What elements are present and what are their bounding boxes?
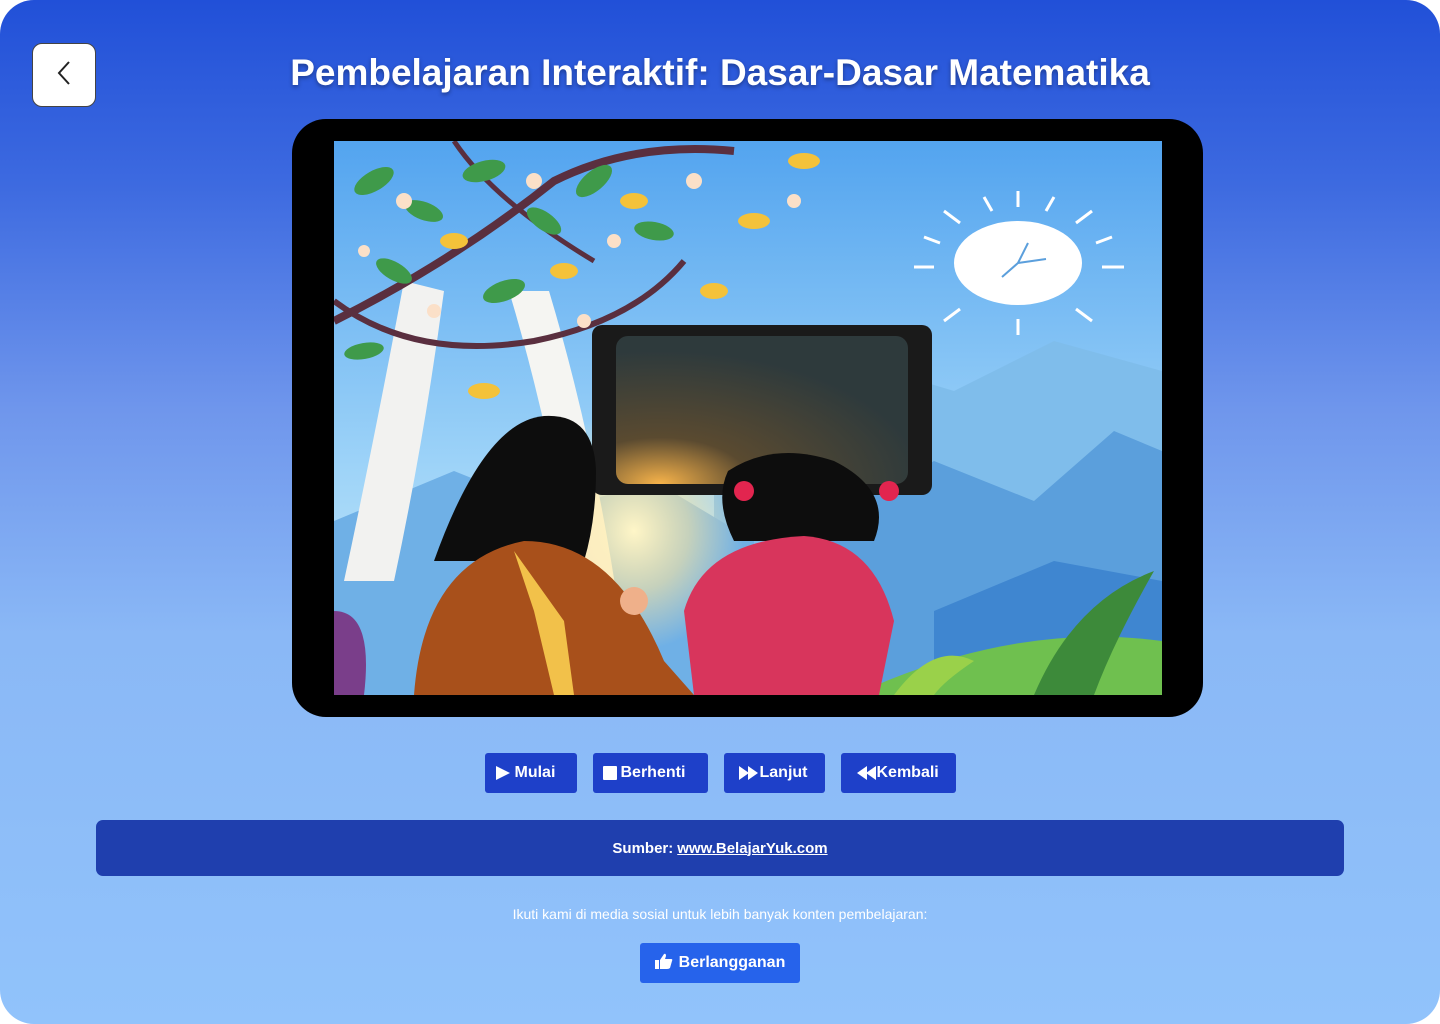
play-icon xyxy=(495,765,511,781)
subscribe-label: Berlangganan xyxy=(678,954,786,971)
next-label: Lanjut xyxy=(759,764,808,781)
previous-button[interactable]: Kembali xyxy=(840,753,956,793)
fast-forward-icon xyxy=(738,766,759,780)
social-text: Ikuti kami di media sosial untuk lebih b… xyxy=(512,906,928,922)
rewind-icon xyxy=(856,766,876,780)
stop-icon xyxy=(602,766,617,780)
stop-label: Berhenti xyxy=(620,764,686,781)
source-link[interactable]: www.BelajarYuk.com xyxy=(677,840,827,857)
subscribe-button[interactable]: Berlangganan xyxy=(640,943,800,983)
playback-controls: Mulai Berhenti Lanjut Kembali xyxy=(0,753,1440,793)
source-prefix: Sumber: xyxy=(612,839,674,857)
stop-button[interactable]: Berhenti xyxy=(592,753,708,793)
app-window: Pembelajaran Interaktif: Dasar-Dasar Mat… xyxy=(0,0,1440,1024)
video-frame xyxy=(334,141,1162,695)
previous-label: Kembali xyxy=(876,764,939,781)
thumbs-up-icon xyxy=(654,953,673,974)
video-illustration xyxy=(334,141,1162,695)
play-label: Mulai xyxy=(514,764,556,781)
page-title: Pembelajaran Interaktif: Dasar-Dasar Mat… xyxy=(290,52,1150,93)
video-player[interactable] xyxy=(292,119,1203,717)
play-button[interactable]: Mulai xyxy=(484,753,577,793)
next-button[interactable]: Lanjut xyxy=(723,753,825,793)
source-bar: Sumber: www.BelajarYuk.com xyxy=(96,820,1344,876)
